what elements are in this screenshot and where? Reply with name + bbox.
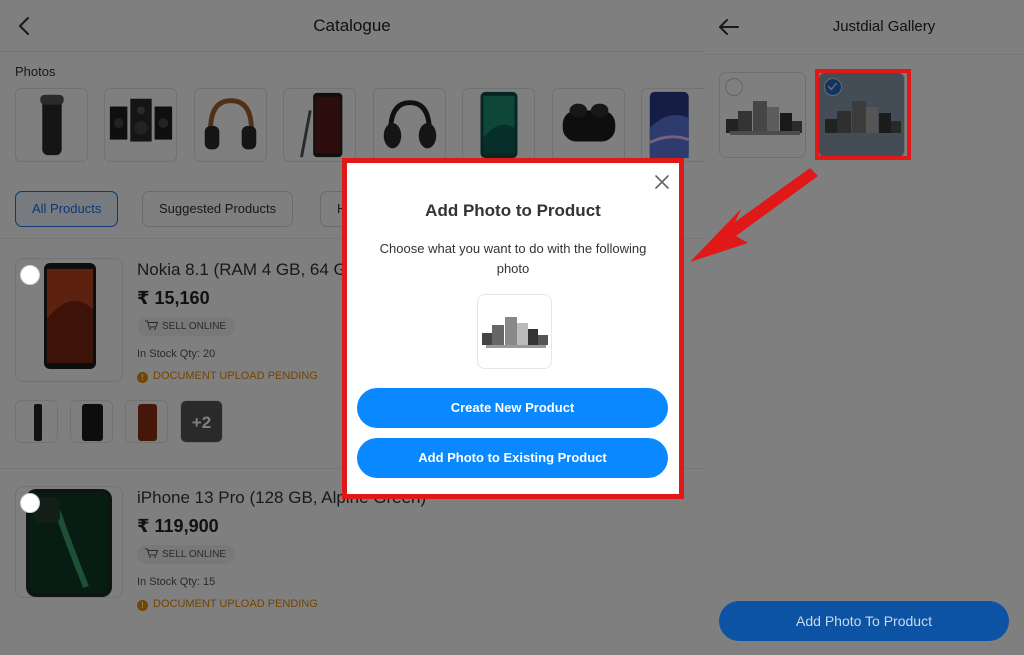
selected-photo-preview: [477, 294, 552, 369]
add-photo-modal: Add Photo to Product Choose what you wan…: [342, 158, 684, 499]
modal-description: Choose what you want to do with the foll…: [379, 241, 647, 276]
highlight-box: [815, 69, 911, 160]
product-select-checkbox[interactable]: [20, 265, 40, 285]
close-icon[interactable]: [652, 172, 672, 192]
add-photo-to-product-button[interactable]: Add Photo To Product: [719, 601, 1009, 641]
product-select-checkbox[interactable]: [20, 493, 40, 513]
create-new-product-button[interactable]: Create New Product: [357, 388, 668, 428]
modal-title: Add Photo to Product: [425, 201, 601, 220]
add-to-existing-product-button[interactable]: Add Photo to Existing Product: [357, 438, 668, 478]
